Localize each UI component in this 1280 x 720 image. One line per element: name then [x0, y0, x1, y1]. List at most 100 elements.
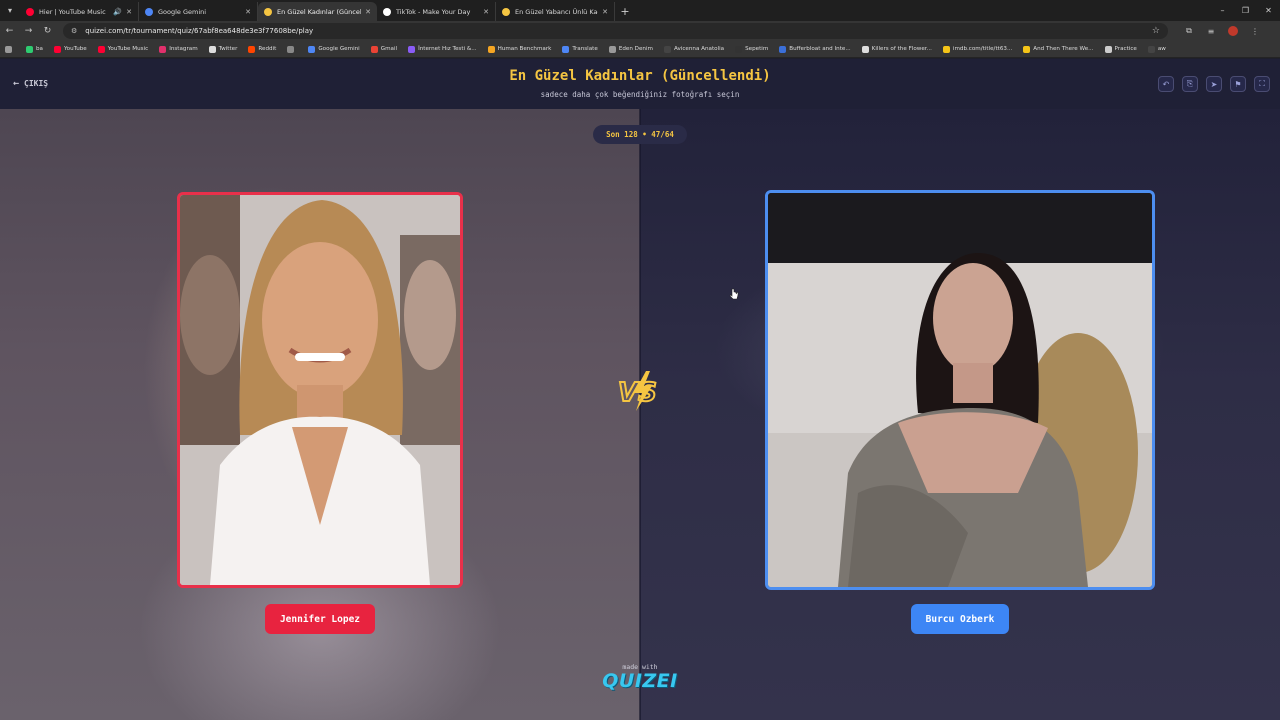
round-indicator: Son 128 • 47/64: [593, 125, 687, 144]
bookmark-item[interactable]: Practice: [1104, 45, 1137, 53]
bookmark-label: YouTube Music: [107, 46, 149, 52]
bookmark-item[interactable]: Eden Denim: [608, 45, 653, 53]
apps-icon[interactable]: [5, 45, 15, 53]
tab-close-icon[interactable]: ✕: [483, 8, 489, 16]
bookmark-item[interactable]: YouTube: [53, 45, 87, 53]
left-contestant-name-button[interactable]: Jennifer Lopez: [265, 604, 375, 634]
browser-tab[interactable]: En Güzel Yabancı Ünlü Kadın - ✕: [496, 2, 615, 21]
left-contestant-photo[interactable]: [177, 192, 463, 588]
profile-avatar[interactable]: [1228, 26, 1238, 36]
tab-close-icon[interactable]: ✕: [602, 8, 608, 16]
minimize-icon[interactable]: –: [1211, 6, 1234, 15]
bookmark-favicon-icon: [208, 45, 216, 53]
tab-favicon-icon: [502, 7, 510, 16]
bookmark-item[interactable]: Translate: [562, 45, 598, 53]
bookmark-item[interactable]: And Then There We...: [1023, 45, 1094, 53]
reload-icon[interactable]: ↻: [38, 26, 57, 36]
bookmark-item[interactable]: aw: [1147, 45, 1166, 53]
browser-tab[interactable]: Hier | YouTube Music 🔊 ✕: [20, 2, 139, 21]
browser-tab[interactable]: Google Gemini ✕: [139, 2, 258, 21]
center-divider: [639, 109, 641, 720]
bookmark-item[interactable]: İnternet Hız Testi &...: [408, 45, 477, 53]
bookmark-label: Translate: [572, 46, 598, 52]
bookmark-item[interactable]: Twitter: [208, 45, 238, 53]
browser-tab[interactable]: TikTok - Make Your Day ✕: [377, 2, 496, 21]
tab-audio-icon[interactable]: 🔊: [113, 8, 122, 16]
forward-icon[interactable]: →: [19, 26, 38, 36]
media-icon[interactable]: ≡: [1200, 27, 1222, 36]
send-icon[interactable]: ➤: [1206, 76, 1222, 92]
bookmark-label: aw: [1157, 46, 1166, 52]
flag-icon[interactable]: ⚑: [1230, 76, 1246, 92]
tab-title: Google Gemini: [158, 7, 207, 16]
bookmark-item[interactable]: Gmail: [370, 45, 398, 53]
bookmark-label: Twitter: [218, 46, 238, 52]
tab-close-icon[interactable]: ✕: [245, 8, 251, 16]
extensions-icon[interactable]: ⧉: [1178, 26, 1200, 36]
tab-title: TikTok - Make Your Day: [396, 7, 471, 16]
bookmark-label: Eden Denim: [618, 46, 653, 52]
bookmark-favicon-icon: [159, 45, 167, 53]
fullscreen-icon[interactable]: ⛶: [1254, 76, 1270, 92]
right-photo-image: [768, 193, 1152, 587]
bookmarks-bar: ba YouTube YouTube Music Instagram Twitter Re…: [0, 41, 1280, 58]
bookmark-item[interactable]: Avicenna Anatolia: [663, 45, 724, 53]
bookmark-favicon-icon: [1023, 45, 1031, 53]
bookmark-item[interactable]: Human Benchmark: [487, 45, 552, 53]
bookmark-item[interactable]: Bufferbloat and Inte...: [779, 45, 851, 53]
bookmark-item[interactable]: ba: [26, 45, 43, 53]
bookmark-favicon-icon: [735, 45, 743, 53]
bookmark-label: YouTube: [63, 46, 87, 52]
share-icon[interactable]: ⎘: [1182, 76, 1198, 92]
site-info-icon[interactable]: ⚙: [71, 27, 77, 35]
restore-icon[interactable]: ❐: [1234, 6, 1257, 15]
back-icon[interactable]: ←: [0, 26, 19, 36]
bookmark-favicon-icon: [370, 45, 378, 53]
bookmark-favicon-icon: [408, 45, 416, 53]
browser-toolbar: ← → ↻ ⚙ quizei.com/tr/tournament/quiz/67…: [0, 21, 1280, 41]
bookmark-favicon-icon: [562, 45, 570, 53]
left-photo-image: [180, 195, 460, 585]
tab-title: En Güzel Kadınlar (Güncellendi): [277, 7, 361, 16]
bookmark-item[interactable]: imdb.com/title/tt63...: [942, 45, 1012, 53]
mouse-pointer-icon: [729, 288, 739, 300]
page-title: En Güzel Kadınlar (Güncellendi): [509, 68, 771, 84]
undo-icon[interactable]: ↶: [1158, 76, 1174, 92]
vs-lightning-icon: VS: [617, 371, 658, 411]
address-bar[interactable]: ⚙ quizei.com/tr/tournament/quiz/67abf8ea…: [63, 23, 1168, 39]
menu-icon[interactable]: ⋮: [1244, 27, 1266, 36]
bookmark-item[interactable]: Killers of the Flower...: [861, 45, 932, 53]
bookmark-label: Sepetim: [745, 46, 769, 52]
bookmark-favicon-icon: [663, 45, 671, 53]
browser-tab[interactable]: En Güzel Kadınlar (Güncellendi) ✕: [258, 2, 377, 21]
tab-close-icon[interactable]: ✕: [126, 8, 132, 16]
bookmark-favicon-icon: [1104, 45, 1112, 53]
quizei-logo[interactable]: QUIZEI: [0, 670, 1280, 692]
bookmark-list: ba YouTube YouTube Music Instagram Twitter Re…: [26, 45, 1177, 53]
bookmark-label: Human Benchmark: [497, 46, 552, 52]
bookmark-item[interactable]: YouTube Music: [97, 45, 149, 53]
bookmark-item[interactable]: Google Gemini: [308, 45, 360, 53]
bookmark-item[interactable]: Reddit: [248, 45, 276, 53]
right-contestant-photo[interactable]: [765, 190, 1155, 590]
right-contestant-name-button[interactable]: Burcu Ozberk: [911, 604, 1009, 634]
page-subtitle: sadece daha çok beğendiğiniz fotoğrafı s…: [540, 90, 740, 99]
bookmark-item[interactable]: Sepetim: [735, 45, 769, 53]
bookmark-item[interactable]: [287, 45, 297, 53]
bookmark-item[interactable]: Instagram: [159, 45, 198, 53]
bookmark-favicon-icon: [1147, 45, 1155, 53]
bookmark-favicon-icon: [779, 45, 787, 53]
bookmark-star-icon[interactable]: ☆: [1152, 26, 1160, 36]
tab-search-button[interactable]: ▾: [0, 0, 20, 21]
tab-favicon-icon: [264, 7, 272, 16]
tab-close-icon[interactable]: ✕: [365, 8, 371, 16]
url-text: quizei.com/tr/tournament/quiz/67abf8ea64…: [85, 27, 314, 35]
bookmark-favicon-icon: [287, 45, 295, 53]
close-window-icon[interactable]: ✕: [1257, 6, 1280, 15]
tab-favicon-icon: [145, 7, 153, 16]
bookmark-label: ba: [36, 46, 43, 52]
bookmark-label: Gmail: [380, 46, 398, 52]
new-tab-button[interactable]: +: [615, 2, 635, 21]
tab-favicon-icon: [383, 7, 391, 16]
tab-strip: ▾ Hier | YouTube Music 🔊 ✕ Google Gemini ✕ En…: [0, 0, 1280, 21]
